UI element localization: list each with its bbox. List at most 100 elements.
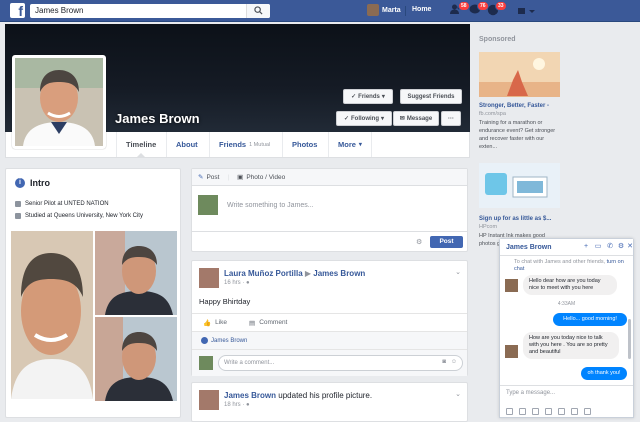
- post-author-line: Laura Muñoz Portilla ▶ James Brown: [224, 269, 365, 278]
- divider: [405, 6, 406, 16]
- camera-icon[interactable]: ◙: [442, 359, 446, 365]
- add-friend-icon[interactable]: +: [582, 243, 590, 251]
- search-bar[interactable]: James Brown: [30, 4, 270, 18]
- comment-icon: ▤: [249, 319, 256, 327]
- composer-input[interactable]: Write something to James...: [227, 202, 314, 209]
- post-timestamp[interactable]: 16 hrs · ●: [224, 280, 250, 286]
- following-button[interactable]: ✓ Following ▾: [336, 111, 392, 126]
- chat-message-input[interactable]: Type a message...: [506, 390, 555, 396]
- globe-notifications-icon[interactable]: 33: [487, 1, 507, 17]
- people-icon: ●: [246, 280, 250, 286]
- avatar: [198, 195, 218, 215]
- chat-notice-text: To chat with James and other friends,: [514, 259, 606, 265]
- attachment-icon[interactable]: [558, 408, 565, 415]
- chat-message-incoming: Hello dear how are you today nice to mee…: [523, 275, 617, 295]
- post-timestamp[interactable]: 18 hrs · ●: [224, 402, 250, 408]
- phone-icon[interactable]: ✆: [606, 243, 614, 251]
- message-button[interactable]: ✉ Message: [393, 111, 439, 126]
- chat-message-incoming: How are you today nice to talk with you …: [523, 332, 619, 359]
- featured-photo[interactable]: [95, 231, 177, 315]
- avatar: [199, 356, 213, 370]
- composer-tab-post-label: Post: [206, 173, 220, 181]
- camera-icon: ▣: [237, 174, 244, 181]
- tab-friends-label: Friends: [219, 140, 247, 149]
- friend-requests-icon[interactable]: 58: [450, 1, 470, 17]
- tab-more[interactable]: More ▾: [328, 132, 372, 157]
- more-options-button[interactable]: ···: [441, 111, 461, 126]
- profile-picture[interactable]: [12, 55, 106, 149]
- check-icon: ✓: [343, 116, 349, 122]
- chevron-down-icon[interactable]: ⌄: [455, 390, 461, 398]
- messages-icon[interactable]: 76: [469, 1, 489, 17]
- video-call-icon[interactable]: ▭: [594, 243, 602, 251]
- home-link[interactable]: Home: [412, 6, 431, 13]
- suggest-friends-button[interactable]: Suggest Friends: [400, 89, 462, 104]
- composer-footer: ⚙ Post: [192, 231, 467, 253]
- avatar[interactable]: [199, 390, 219, 410]
- emoji-icon[interactable]: [545, 408, 552, 415]
- briefcase-icon: [15, 201, 21, 207]
- gif-icon[interactable]: [519, 408, 526, 415]
- chevron-down-icon[interactable]: ⌄: [455, 268, 461, 276]
- post-button[interactable]: Post: [430, 236, 463, 248]
- composer-tab-photo[interactable]: ▣ Photo / Video: [237, 173, 285, 182]
- intro-education: Studied at Queens University, New York C…: [25, 213, 143, 219]
- facebook-logo-icon[interactable]: f: [10, 3, 25, 18]
- avatar: [367, 4, 379, 16]
- like-icon[interactable]: [584, 408, 591, 415]
- camera-icon[interactable]: [571, 408, 578, 415]
- post-likes-names: James Brown: [211, 338, 248, 345]
- close-icon[interactable]: ✕: [626, 243, 634, 251]
- notifications-badge: 33: [495, 1, 507, 11]
- avatar[interactable]: [199, 268, 219, 288]
- tab-more-label: More: [338, 140, 356, 149]
- featured-photo[interactable]: [11, 231, 93, 399]
- ad-image[interactable]: [479, 52, 560, 97]
- like-button[interactable]: 👍 Like: [203, 319, 227, 327]
- tab-photos[interactable]: Photos: [282, 132, 326, 157]
- post-author[interactable]: James Brown: [224, 391, 276, 400]
- composer-tabs: ✎ Post | ▣ Photo / Video: [192, 169, 467, 186]
- post-target[interactable]: James Brown: [313, 269, 365, 278]
- comment-button[interactable]: ▤ Comment: [249, 319, 287, 327]
- people-icon: ●: [246, 402, 250, 408]
- composer-tab-post[interactable]: ✎ Post: [198, 173, 220, 182]
- chat-header[interactable]: James Brown + ▭ ✆ ⚙ ✕: [500, 239, 633, 256]
- tab-about-label: About: [176, 140, 198, 149]
- timeline-post: James Brown updated his profile picture.…: [191, 382, 468, 422]
- featured-photo[interactable]: [95, 317, 177, 401]
- post-likes[interactable]: James Brown: [192, 331, 467, 349]
- ad-image[interactable]: [479, 163, 560, 208]
- mutual-friends-count: 1 Mutual: [249, 141, 271, 148]
- chat-contact-name[interactable]: James Brown: [506, 244, 552, 251]
- sticker-icon[interactable]: [532, 408, 539, 415]
- chat-scrollbar[interactable]: [628, 319, 631, 359]
- post-author[interactable]: Laura Muñoz Portilla: [224, 269, 303, 278]
- tab-friends[interactable]: Friends 1 Mutual: [209, 132, 279, 157]
- suggest-friends-label: Suggest Friends: [407, 93, 455, 100]
- emoji-icon[interactable]: ☺: [451, 359, 457, 365]
- post-action: updated his profile picture.: [278, 391, 373, 400]
- search-icon: [254, 6, 263, 15]
- ad-title[interactable]: Stronger, Better, Faster -: [479, 103, 549, 109]
- search-input[interactable]: James Brown: [35, 6, 83, 15]
- settings-icon[interactable]: ⚙: [617, 243, 625, 251]
- tab-timeline[interactable]: Timeline: [116, 132, 165, 158]
- comment-input[interactable]: Write a comment... ◙ ☺: [218, 355, 463, 371]
- friends-button[interactable]: ✓ Friends ▾: [343, 89, 393, 104]
- settings-icon[interactable]: ⚙: [416, 238, 422, 246]
- settings-menu-icon[interactable]: [516, 5, 538, 17]
- ad-title[interactable]: Sign up for as little as $...: [479, 216, 551, 222]
- chat-message-outgoing: Hello... good morning!: [553, 313, 627, 326]
- tab-about[interactable]: About: [166, 132, 207, 157]
- chat-window: James Brown + ▭ ✆ ⚙ ✕ To chat with James…: [499, 238, 634, 418]
- image-icon[interactable]: [506, 408, 513, 415]
- chat-notice: To chat with James and other friends, tu…: [505, 259, 628, 273]
- graduation-cap-icon: [15, 213, 21, 219]
- search-button[interactable]: [246, 4, 270, 18]
- following-label: Following: [351, 115, 379, 122]
- intro-card: i Intro Senior Pilot at UNTED NATION Stu…: [5, 168, 181, 418]
- nav-profile-link[interactable]: Marta: [367, 4, 401, 16]
- sponsored-heading: Sponsored: [479, 36, 516, 43]
- post-body: Happy Bhirtday: [199, 297, 251, 306]
